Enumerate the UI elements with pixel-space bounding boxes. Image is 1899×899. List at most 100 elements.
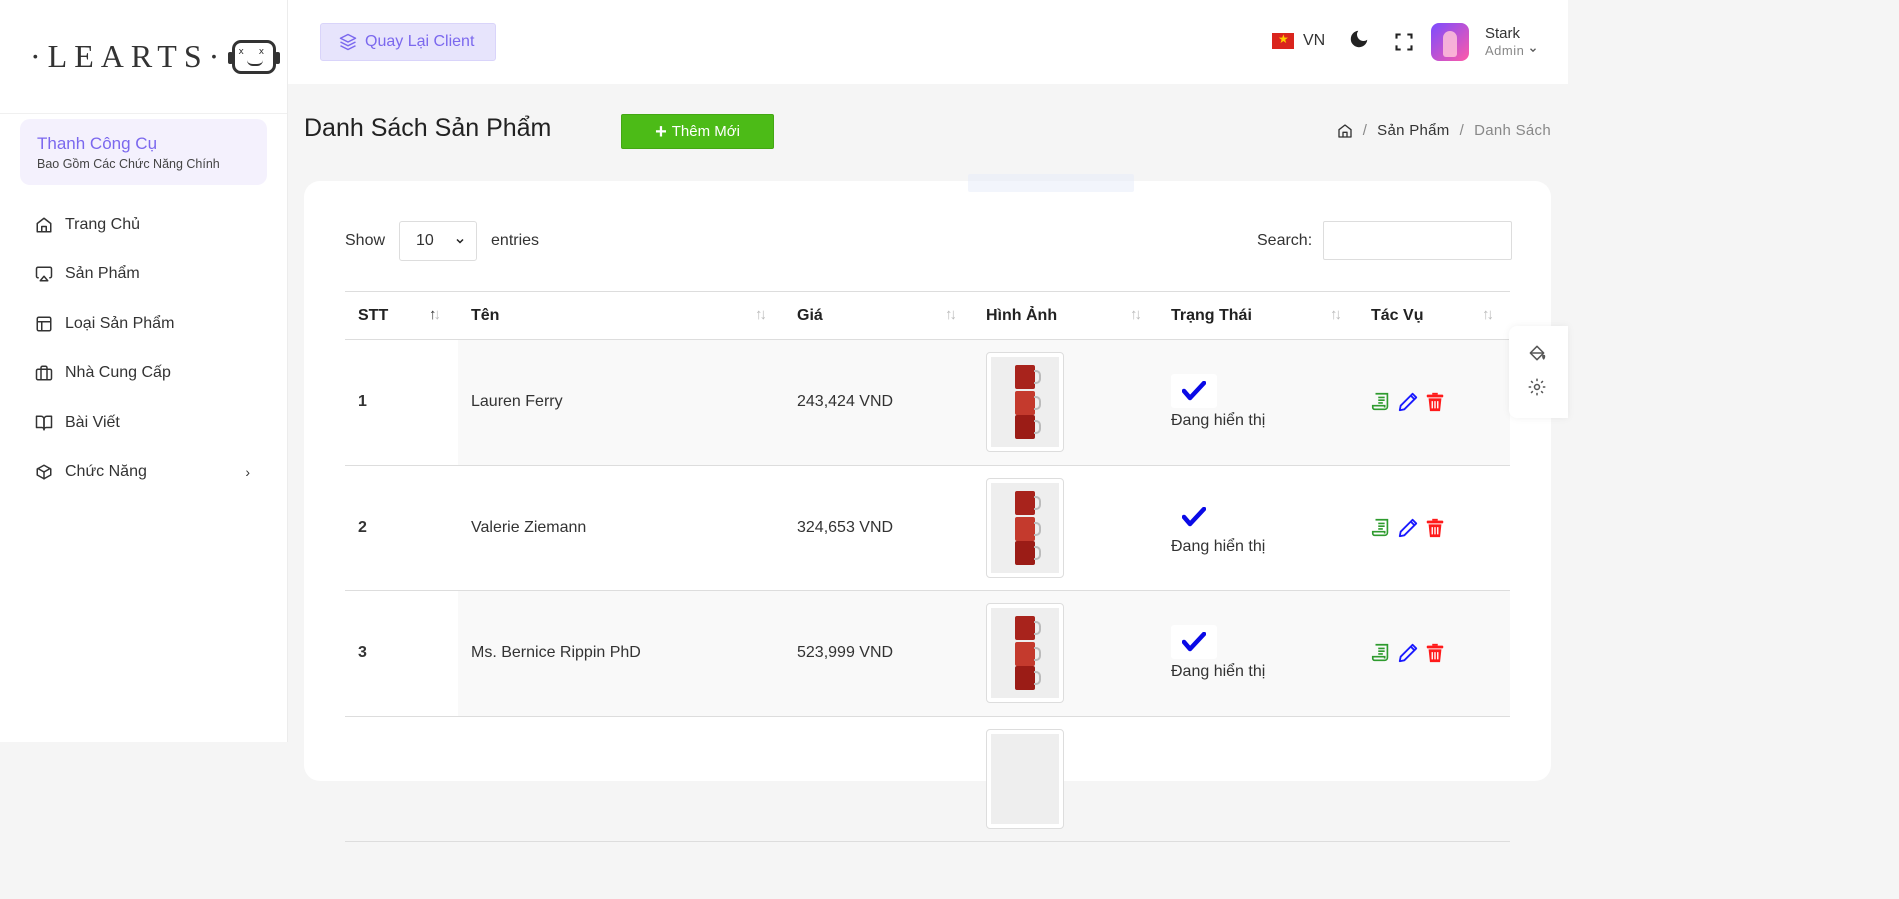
column-header-gia[interactable]: Giá	[797, 292, 823, 340]
column-header-ten[interactable]: Tên	[471, 292, 499, 340]
paint-bucket-icon[interactable]	[1527, 343, 1547, 368]
sidebar-item-san-pham[interactable]: Sản Phẩm	[0, 250, 288, 300]
search-label: Search:	[1257, 231, 1313, 249]
chevron-down-icon	[1530, 48, 1537, 53]
avatar[interactable]	[1431, 23, 1469, 61]
sort-icon[interactable]: ↑↓	[1130, 306, 1142, 323]
robot-logo-icon: x x	[228, 39, 281, 74]
column-header-tac-vu[interactable]: Tác Vụ	[1371, 292, 1423, 340]
table-search: Search:	[1257, 221, 1513, 260]
row-status-cell: Đang hiển thị	[1171, 591, 1265, 716]
sidebar-item-nha-cung-cap[interactable]: Nhà Cung Cấp	[0, 349, 288, 399]
row-stt: 2	[358, 518, 367, 536]
view-detail-icon[interactable]	[1369, 642, 1392, 665]
status-checkmark-icon[interactable]	[1171, 499, 1217, 534]
show-label: Show	[345, 232, 386, 249]
column-header-trang-thai[interactable]: Trạng Thái	[1171, 292, 1252, 340]
back-to-client-button[interactable]: Quay Lại Client	[320, 23, 496, 61]
status-checkmark-icon[interactable]	[1171, 374, 1217, 409]
sort-icon[interactable]: ↑↓	[755, 306, 767, 323]
column-header-hinh-anh[interactable]: Hình Ảnh	[986, 292, 1057, 340]
row-price: 243,424 VND	[797, 393, 894, 411]
chevron-down-icon	[456, 238, 464, 244]
dark-mode-toggle[interactable]	[1348, 28, 1370, 55]
row-status: Đang hiển thị	[1171, 663, 1266, 681]
row-stt: 1	[358, 393, 367, 411]
sidebar-item-label: Nhà Cung Cấp	[65, 364, 171, 382]
breadcrumb: / Sản Phẩm / Danh Sách	[1337, 122, 1551, 139]
sort-asc-icon[interactable]: ↑↓	[429, 306, 441, 323]
sidebar-item-label: Sản Phẩm	[65, 265, 140, 283]
tools-title: Thanh Công Cụ	[37, 134, 158, 153]
row-actions	[1369, 591, 1446, 716]
sidebar-item-chuc-nang[interactable]: Chức Năng ›	[0, 448, 288, 498]
home-icon	[35, 216, 53, 234]
edit-pencil-icon[interactable]	[1396, 642, 1419, 665]
sidebar-menu: Trang Chủ Sản Phẩm Loại Sản Phẩm Nhà Cun…	[0, 200, 288, 497]
status-checkmark-icon[interactable]	[1171, 625, 1217, 660]
sort-icon[interactable]: ↑↓	[945, 306, 957, 323]
sidebar-item-label: Bài Viết	[65, 413, 120, 431]
entries-select-value: 10	[416, 232, 434, 249]
row-image-cell	[986, 340, 1064, 465]
user-role-dropdown[interactable]: Admin	[1485, 43, 1538, 58]
gear-icon[interactable]	[1527, 377, 1547, 402]
row-status-cell: Đang hiển thị	[1171, 340, 1265, 465]
sidebar-item-loai-san-pham[interactable]: Loại Sản Phẩm	[0, 299, 288, 349]
sidebar: ·LEARTS· x x Thanh Công Cụ Bao Gồm Các C…	[0, 0, 288, 742]
row-name: Ms. Bernice Rippin PhD	[471, 644, 641, 662]
vietnam-flag-icon	[1272, 32, 1294, 49]
delete-trash-icon[interactable]	[1423, 516, 1446, 539]
user-name[interactable]: Stark	[1485, 25, 1520, 42]
add-new-button[interactable]: + Thêm Mới	[621, 114, 774, 149]
home-icon[interactable]	[1337, 123, 1353, 139]
row-name: Lauren Ferry	[471, 393, 563, 411]
product-table: STT ↑↓ Tên ↑↓ Giá ↑↓ Hình Ảnh ↑↓ Trạng T…	[345, 291, 1510, 842]
edit-pencil-icon[interactable]	[1396, 391, 1419, 414]
entries-select[interactable]: 10	[399, 221, 478, 261]
row-image-cell	[986, 591, 1064, 716]
fullscreen-button[interactable]	[1394, 32, 1414, 57]
sidebar-item-label: Chức Năng	[65, 463, 147, 481]
row-name: Valerie Ziemann	[471, 518, 587, 536]
logo[interactable]: ·LEARTS· x x	[0, 0, 287, 114]
delete-trash-icon[interactable]	[1423, 391, 1446, 414]
faded-tooltip	[968, 174, 1134, 192]
book-open-icon	[35, 414, 53, 432]
product-thumbnail[interactable]	[986, 352, 1064, 453]
sidebar-item-trang-chu[interactable]: Trang Chủ	[0, 200, 288, 250]
table-row	[345, 717, 1510, 842]
column-header-stt[interactable]: STT	[358, 292, 388, 340]
briefcase-icon	[35, 364, 53, 382]
product-thumbnail[interactable]	[986, 728, 1064, 829]
search-input[interactable]	[1323, 221, 1513, 260]
sidebar-item-label: Trang Chủ	[65, 215, 140, 233]
view-detail-icon[interactable]	[1369, 391, 1392, 414]
row-status: Đang hiển thị	[1171, 537, 1266, 555]
delete-trash-icon[interactable]	[1423, 642, 1446, 665]
user-role-label: Admin	[1485, 43, 1525, 58]
airplay-icon	[35, 265, 53, 283]
sort-icon[interactable]: ↑↓	[1330, 306, 1342, 323]
table-row: 2 Valerie Ziemann 324,653 VND Đang hiển …	[345, 466, 1510, 591]
row-price: 324,653 VND	[797, 518, 894, 536]
add-button-label: Thêm Mới	[671, 123, 740, 140]
row-image-cell	[986, 466, 1064, 591]
breadcrumb-separator: /	[1459, 122, 1465, 139]
table-row: 3 Ms. Bernice Rippin PhD 523,999 VND Đan…	[345, 591, 1510, 717]
box-icon	[35, 463, 53, 481]
product-thumbnail[interactable]	[986, 603, 1064, 704]
theme-settings-panel	[1509, 326, 1568, 418]
sort-icon[interactable]: ↑↓	[1482, 306, 1494, 323]
sidebar-item-bai-viet[interactable]: Bài Viết	[0, 398, 288, 448]
view-detail-icon[interactable]	[1369, 516, 1392, 539]
row-status-cell: Đang hiển thị	[1171, 466, 1265, 591]
breadcrumb-san-pham[interactable]: Sản Phẩm	[1377, 122, 1449, 139]
plus-icon: +	[655, 120, 667, 143]
edit-pencil-icon[interactable]	[1396, 516, 1419, 539]
robot-eyes: x x	[238, 46, 271, 57]
language-selector[interactable]: VN	[1272, 32, 1325, 50]
product-thumbnail[interactable]	[986, 477, 1064, 578]
moon-icon	[1350, 30, 1368, 48]
breadcrumb-danh-sach: Danh Sách	[1474, 122, 1551, 139]
